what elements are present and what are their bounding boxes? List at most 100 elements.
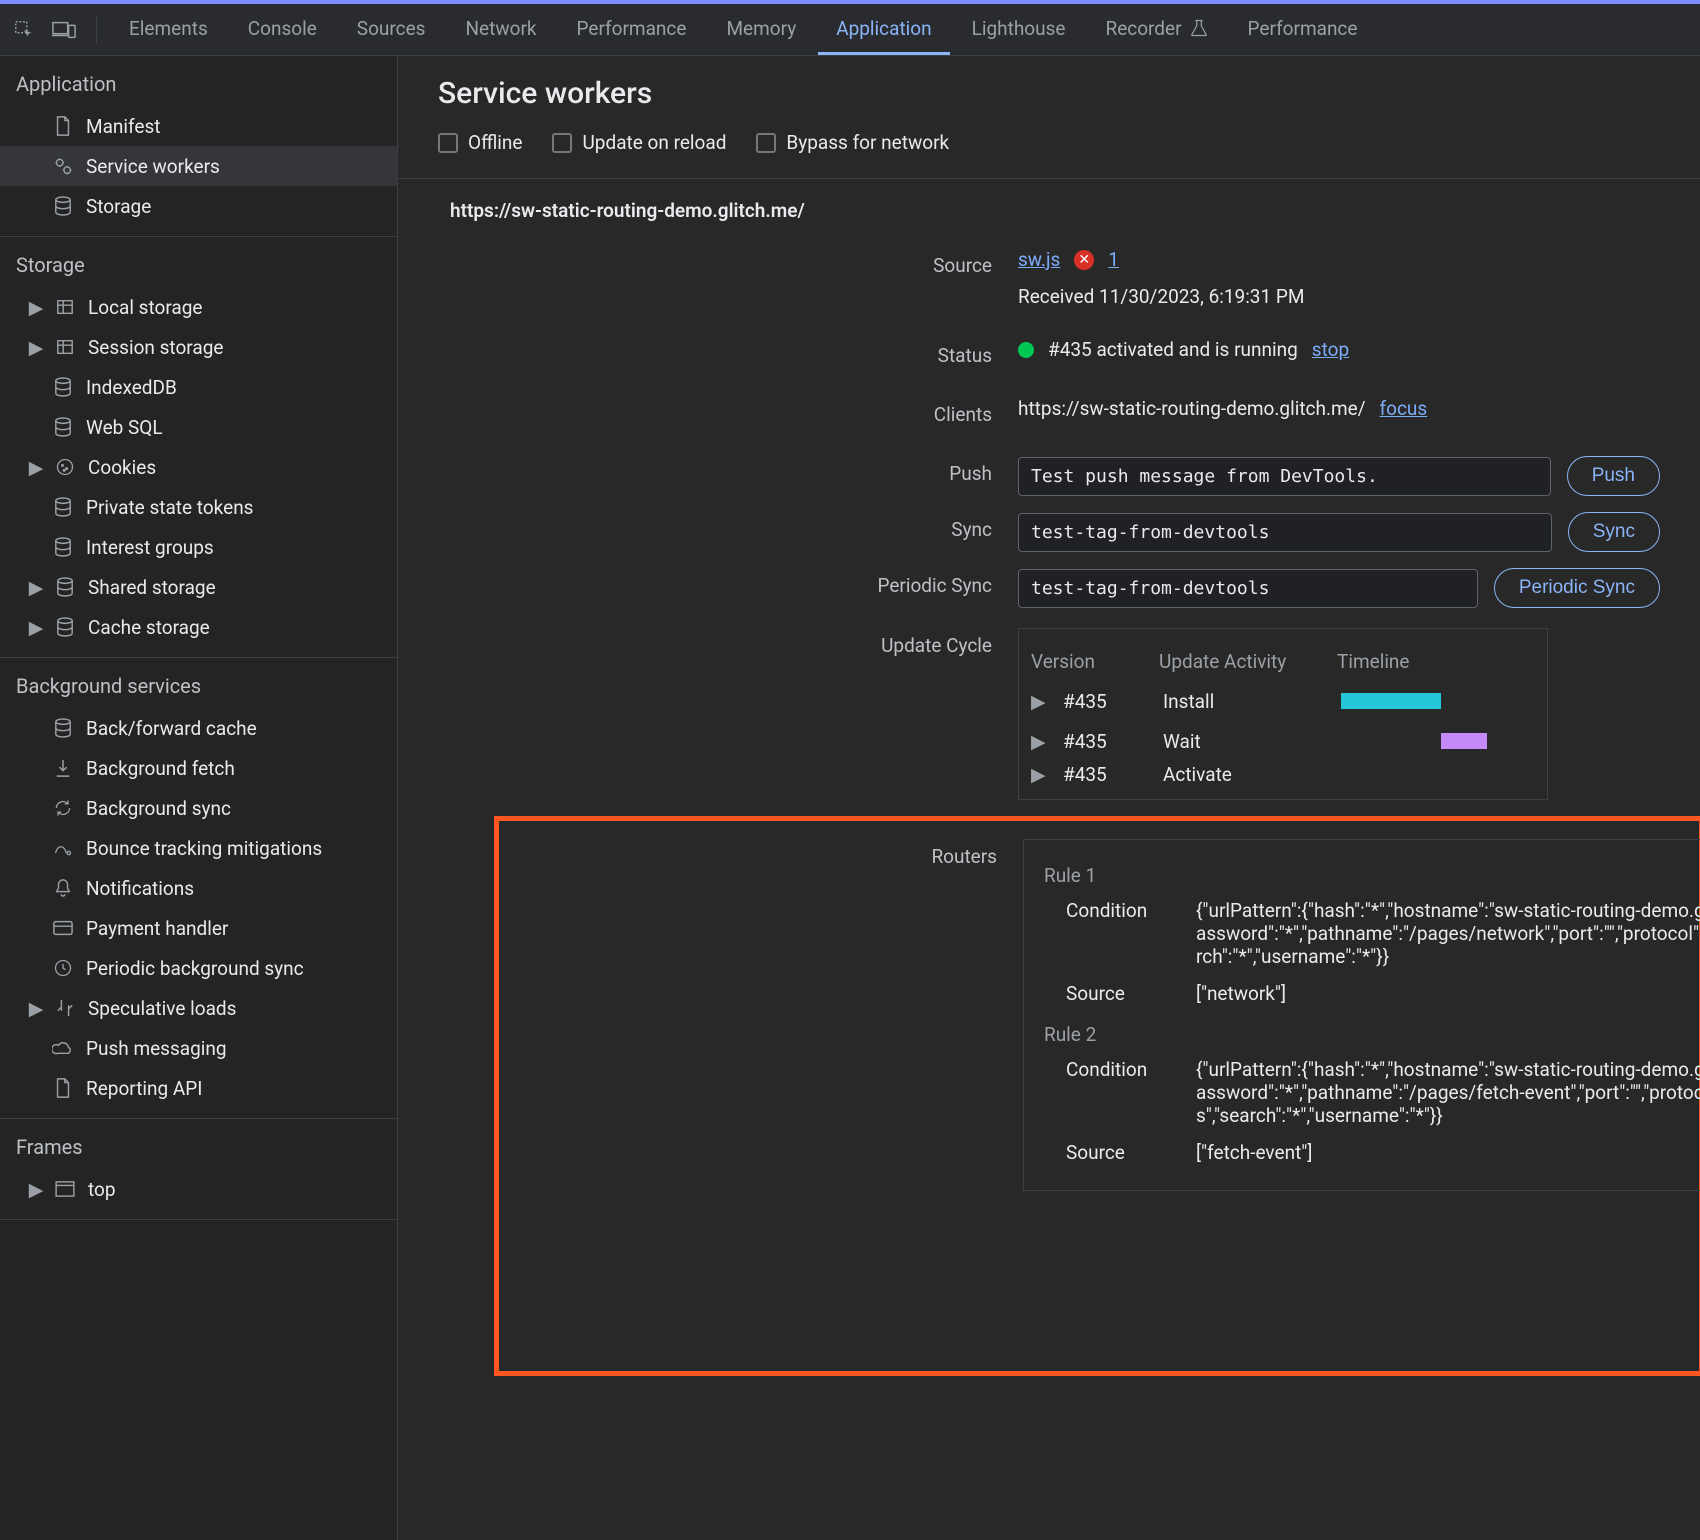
source-file-link[interactable]: sw.js [1018,248,1060,271]
gears-icon [52,156,74,176]
sync-input[interactable] [1018,513,1552,552]
rule-source-value: ["network"] [1196,982,1700,1005]
sidebar-item-storage[interactable]: Storage [0,186,397,226]
rule-source-value: ["fetch-event"] [1196,1141,1700,1164]
push-input[interactable] [1018,457,1551,496]
update-cycle-label: Update Cycle [398,628,1018,657]
cookie-icon [54,457,76,477]
sidebar-item-cookies[interactable]: ▶ Cookies [0,447,397,487]
tab-network[interactable]: Network [447,4,554,55]
database-icon [52,196,74,216]
sidebar-item-payment-handler[interactable]: Payment handler [0,908,397,948]
sidebar-item-cache-storage[interactable]: ▶ Cache storage [0,607,397,647]
disclosure-triangle-icon[interactable]: ▶ [30,1178,42,1201]
uc-activity: Activate [1163,763,1323,786]
uc-activity: Install [1163,690,1323,713]
tab-sources[interactable]: Sources [339,4,444,55]
uc-version: #435 [1063,730,1145,753]
sidebar-item-bfcache[interactable]: Back/forward cache [0,708,397,748]
offline-toggle[interactable]: Offline [438,131,522,154]
bypass-toggle[interactable]: Bypass for network [756,131,949,154]
uc-col-activity: Update Activity [1159,650,1319,673]
inspect-icon[interactable] [6,12,42,48]
sidebar-item-manifest[interactable]: Manifest [0,106,397,146]
error-icon[interactable]: ✕ [1074,250,1094,270]
sidebar-item-speculative-loads[interactable]: ▶Speculative loads [0,988,397,1028]
sidebar-item-private-state-tokens[interactable]: Private state tokens [0,487,397,527]
error-count-link[interactable]: 1 [1108,248,1119,271]
rule-title: Rule 2 [1044,1023,1700,1046]
sidebar-item-label: Background fetch [86,757,235,780]
tab-recorder[interactable]: Recorder [1087,4,1225,55]
periodic-sync-input[interactable] [1018,569,1478,608]
tab-elements[interactable]: Elements [111,4,226,55]
database-icon [52,377,74,397]
disclosure-triangle-icon[interactable]: ▶ [1031,763,1045,786]
sidebar-item-indexeddb[interactable]: IndexedDB [0,367,397,407]
disclosure-triangle-icon[interactable]: ▶ [30,616,42,639]
database-icon [52,718,74,738]
tab-application[interactable]: Application [818,4,949,55]
sidebar-section-background: Background services [0,658,397,708]
fetch-icon [52,758,74,778]
disclosure-triangle-icon[interactable]: ▶ [30,456,42,479]
sidebar-section-application: Application [0,56,397,106]
sidebar-item-top-frame[interactable]: ▶ top [0,1169,397,1209]
sidebar-item-label: Interest groups [86,536,214,559]
flask-icon [1190,19,1208,37]
disclosure-triangle-icon[interactable]: ▶ [30,997,42,1020]
tab-console[interactable]: Console [230,4,335,55]
rule-condition-label: Condition [1066,1058,1176,1127]
sidebar-item-background-fetch[interactable]: Background fetch [0,748,397,788]
table-icon [54,338,76,356]
tab-lighthouse[interactable]: Lighthouse [954,4,1084,55]
tab-performance-insights[interactable]: Performance [1230,4,1376,55]
sidebar-item-shared-storage[interactable]: ▶ Shared storage [0,567,397,607]
disclosure-triangle-icon[interactable]: ▶ [30,336,42,359]
tab-performance[interactable]: Performance [559,4,705,55]
uc-version: #435 [1063,763,1145,786]
rule-source-label: Source [1066,982,1176,1005]
uc-row-wait[interactable]: ▶ #435 Wait [1031,721,1535,761]
sidebar-item-websql[interactable]: Web SQL [0,407,397,447]
timeline-bar-wait [1441,733,1487,749]
sidebar-item-label: Shared storage [88,576,216,599]
uc-row-install[interactable]: ▶ #435 Install [1031,681,1535,721]
sidebar-item-push-messaging[interactable]: Push messaging [0,1028,397,1068]
disclosure-triangle-icon[interactable]: ▶ [1031,730,1045,753]
push-button[interactable]: Push [1567,456,1660,496]
focus-link[interactable]: focus [1380,397,1428,420]
bounce-icon [52,838,74,858]
disclosure-triangle-icon[interactable]: ▶ [30,576,42,599]
document-icon [52,1078,74,1098]
sidebar-item-periodic-bg-sync[interactable]: Periodic background sync [0,948,397,988]
sidebar-item-notifications[interactable]: Notifications [0,868,397,908]
uc-activity: Wait [1163,730,1323,753]
sidebar-item-background-sync[interactable]: Background sync [0,788,397,828]
sidebar-item-reporting-api[interactable]: Reporting API [0,1068,397,1108]
sidebar-item-interest-groups[interactable]: Interest groups [0,527,397,567]
update-on-reload-toggle[interactable]: Update on reload [552,131,726,154]
sidebar-section-storage: Storage [0,237,397,287]
document-icon [52,116,74,136]
sidebar-item-local-storage[interactable]: ▶ Local storage [0,287,397,327]
sidebar-item-bounce-tracking[interactable]: Bounce tracking mitigations [0,828,397,868]
cloud-icon [52,1040,74,1056]
sidebar-item-label: Notifications [86,877,194,900]
page-title: Service workers [438,76,1700,111]
tab-memory[interactable]: Memory [708,4,814,55]
stop-link[interactable]: stop [1312,338,1349,361]
sidebar-item-label: Periodic background sync [86,957,304,980]
disclosure-triangle-icon[interactable]: ▶ [1031,690,1045,713]
device-toolbar-icon[interactable] [46,12,82,48]
rule-source-label: Source [1066,1141,1176,1164]
sync-button[interactable]: Sync [1568,512,1660,552]
push-label: Push [398,456,1018,485]
sidebar-item-session-storage[interactable]: ▶ Session storage [0,327,397,367]
toggle-label: Bypass for network [786,131,949,154]
disclosure-triangle-icon[interactable]: ▶ [30,296,42,319]
periodic-sync-button[interactable]: Periodic Sync [1494,568,1660,608]
sync-icon [52,798,74,818]
uc-row-activate[interactable]: ▶ #435 Activate [1031,761,1535,787]
sidebar-item-service-workers[interactable]: Service workers [0,146,397,186]
